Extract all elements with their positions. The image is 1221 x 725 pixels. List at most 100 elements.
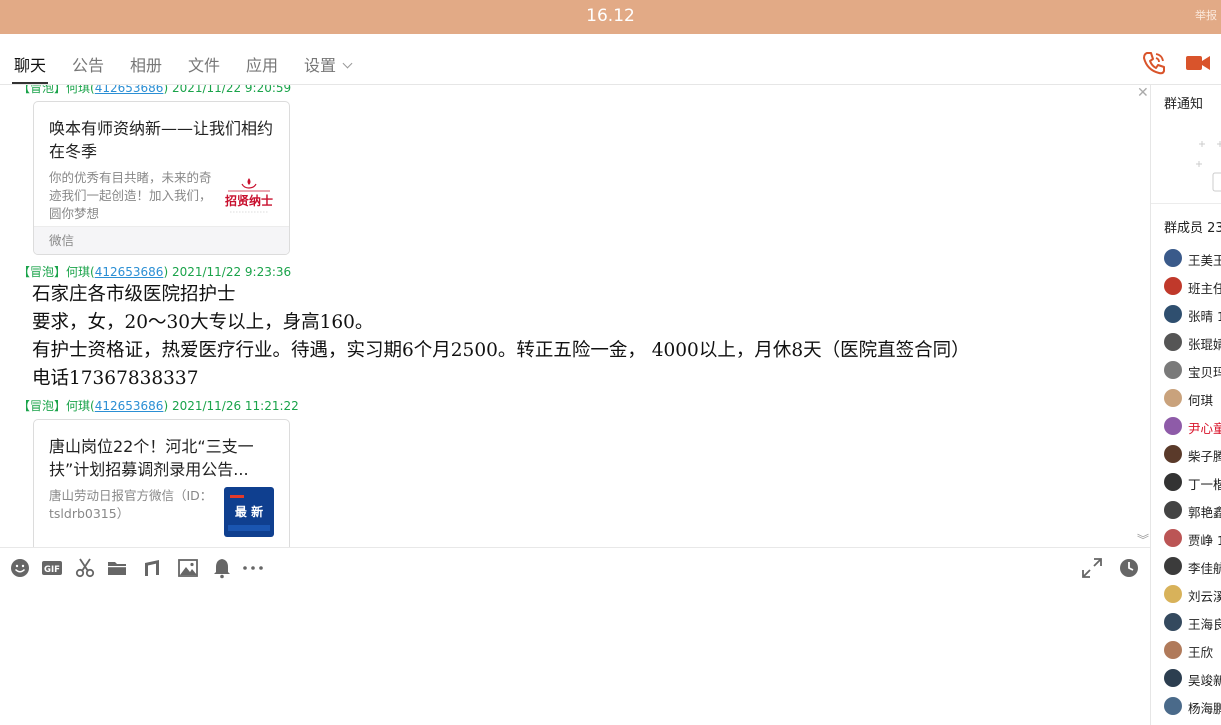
sender-tag: 【冒泡】 <box>18 265 67 279</box>
member-name: 王美玉 <box>1188 253 1221 268</box>
tab-files[interactable]: 文件 <box>188 52 220 76</box>
thumbnail-text: 招贤纳士 <box>225 193 273 208</box>
gif-icon[interactable]: GIF <box>41 557 63 579</box>
close-icon[interactable]: ✕ <box>1137 85 1149 101</box>
member-item[interactable]: 王欣 <box>1164 641 1221 661</box>
thumbnail-text: 最 新 <box>235 504 263 519</box>
card-source: 微信 <box>34 226 289 254</box>
member-avatar <box>1164 697 1182 715</box>
message-line: 电话17367838337 <box>32 368 199 389</box>
sender-qq-link[interactable]: 412653686 <box>95 399 164 413</box>
member-item[interactable]: 何琪 <box>1164 389 1221 409</box>
member-avatar <box>1164 641 1182 659</box>
video-call-icon[interactable] <box>1185 50 1211 76</box>
tab-album[interactable]: 相册 <box>130 52 162 76</box>
sender-qq-link[interactable]: 412653686 <box>95 85 164 95</box>
expand-icon[interactable] <box>1081 557 1103 579</box>
member-name: 吴竣新 <box>1188 673 1221 688</box>
member-name: 张晴 1 <box>1188 309 1221 324</box>
member-item[interactable]: 李佳航 <box>1164 557 1221 577</box>
member-avatar <box>1164 501 1182 519</box>
sender-tag: 【冒泡】 <box>18 399 67 413</box>
folder-icon[interactable] <box>106 557 128 579</box>
notice-placeholder-illustration <box>1196 141 1221 192</box>
member-item[interactable]: 吴竣新 <box>1164 669 1221 689</box>
svg-text:GIF: GIF <box>44 565 60 575</box>
sender-name[interactable]: 何琪 <box>66 85 90 95</box>
phone-call-icon[interactable] <box>1141 50 1167 76</box>
member-item[interactable]: 张晴 1 <box>1164 305 1221 325</box>
sender-name[interactable]: 何琪 <box>66 399 90 413</box>
group-members-title: 群成员 23 <box>1164 221 1221 236</box>
emoji-icon[interactable] <box>9 557 31 579</box>
member-name: 班主任 <box>1188 281 1221 296</box>
card-title: 唤本有师资纳新——让我们相约在冬季 <box>49 119 274 161</box>
member-avatar <box>1164 333 1182 351</box>
member-item[interactable]: 丁一楷 <box>1164 473 1221 493</box>
bell-icon[interactable] <box>211 557 233 579</box>
member-name: 尹心童 <box>1188 421 1221 436</box>
member-name: 张琨婧 <box>1188 337 1221 352</box>
scroll-down-icon[interactable]: ︾ <box>1137 531 1149 547</box>
panel-divider <box>1151 203 1221 204</box>
member-avatar <box>1164 445 1182 463</box>
member-name: 李佳航 <box>1188 561 1221 576</box>
member-avatar <box>1164 529 1182 547</box>
member-avatar <box>1164 361 1182 379</box>
chat-message-list[interactable]: 【冒泡】何琪(412653686) 2021/11/22 9:20:59 唤本有… <box>0 85 1150 547</box>
member-avatar <box>1164 613 1182 631</box>
more-icon[interactable] <box>242 557 264 579</box>
chevron-down-icon <box>342 58 353 69</box>
member-item[interactable]: 班主任 <box>1164 277 1221 297</box>
music-icon[interactable] <box>141 557 163 579</box>
window-title: 16.12 <box>586 6 635 26</box>
share-card[interactable]: 唤本有师资纳新——让我们相约在冬季 你的优秀有目共睹，未来的奇迹我们一起创造！加… <box>33 101 290 255</box>
member-item[interactable]: 杨海鹏 <box>1164 697 1221 717</box>
member-name: 宝贝玛 <box>1188 365 1221 380</box>
card-description: 唐山劳动日报官方微信（ID：tsldrb0315） <box>49 488 213 521</box>
message-line: 石家庄各市级医院招护士 <box>32 284 236 305</box>
tab-settings[interactable]: 设置 <box>304 52 353 76</box>
tab-bar: 聊天 公告 相册 文件 应用 设置 <box>0 34 1221 85</box>
history-clock-icon[interactable] <box>1118 557 1140 579</box>
message-line: 有护士资格证，热爱医疗行业。待遇，实习期6个月2500。转正五险一金， 4000… <box>32 340 970 361</box>
tab-announcement[interactable]: 公告 <box>72 52 104 76</box>
scissors-icon[interactable] <box>74 557 96 579</box>
member-item[interactable]: 刘云溪 <box>1164 585 1221 605</box>
report-link[interactable]: 举报 <box>1195 7 1221 23</box>
qq-group-chat-window: 16.12 举报 聊天 公告 相册 文件 应用 设置 【冒泡】何琪(412653… <box>0 0 1221 725</box>
message-text: 石家庄各市级医院招护士 要求，女，20～30大专以上，身高160。 有护士资格证… <box>32 281 970 393</box>
sender-qq-link[interactable]: 412653686 <box>95 265 164 279</box>
message-sender-line: 【冒泡】何琪(412653686) 2021/11/22 9:20:59 <box>18 85 291 96</box>
card-thumbnail: 最 新 <box>224 487 274 537</box>
member-item[interactable]: 张琨婧 <box>1164 333 1221 353</box>
member-item[interactable]: 王海良 <box>1164 613 1221 633</box>
member-item[interactable]: 贾峥 1 <box>1164 529 1221 549</box>
member-item[interactable]: 王美玉 <box>1164 249 1221 269</box>
news-thumbnail-image: 最 新 <box>224 487 274 537</box>
sender-name[interactable]: 何琪 <box>66 265 90 279</box>
sender-tag: 【冒泡】 <box>18 85 67 95</box>
member-avatar <box>1164 557 1182 575</box>
card-thumbnail: 招贤纳士 <box>224 174 274 224</box>
member-name: 丁一楷 <box>1188 477 1221 492</box>
member-name: 贾峥 1 <box>1188 533 1221 548</box>
image-icon[interactable] <box>177 557 199 579</box>
recruitment-thumbnail-image: 招贤纳士 <box>224 174 274 224</box>
member-avatar <box>1164 585 1182 603</box>
member-item[interactable]: 尹心童 <box>1164 417 1221 437</box>
message-line: 要求，女，20～30大专以上，身高160。 <box>32 312 374 333</box>
share-card[interactable]: 唐山岗位22个！河北“三支一扶”计划招募调剂录用公告... 唐山劳动日报官方微信… <box>33 419 290 547</box>
member-item[interactable]: 柴子腾 <box>1164 445 1221 465</box>
message-time: 2021/11/22 9:20:59 <box>171 85 292 95</box>
member-avatar <box>1164 417 1182 435</box>
tab-settings-label: 设置 <box>304 56 337 75</box>
member-name: 刘云溪 <box>1188 589 1221 604</box>
tab-chat[interactable]: 聊天 <box>14 52 46 76</box>
member-name: 王海良 <box>1188 617 1221 632</box>
tab-apps[interactable]: 应用 <box>246 52 278 76</box>
member-item[interactable]: 宝贝玛 <box>1164 361 1221 381</box>
member-item[interactable]: 郭艳鑫 <box>1164 501 1221 521</box>
message-input-area[interactable]: GIF <box>0 547 1150 725</box>
member-name: 何琪 <box>1188 393 1214 408</box>
